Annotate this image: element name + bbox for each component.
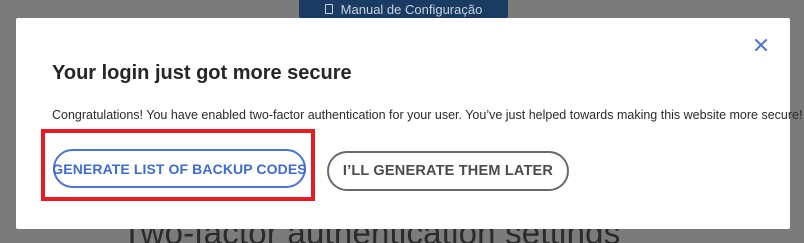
- two-factor-dialog: Your login just got more secure Congratu…: [16, 18, 802, 229]
- manual-button[interactable]: Manual de Configuração: [299, 0, 508, 18]
- manual-button-label: Manual de Configuração: [340, 1, 483, 17]
- close-icon[interactable]: [754, 38, 768, 52]
- dialog-title: Your login just got more secure: [52, 62, 352, 84]
- generate-backup-codes-button[interactable]: GENERATE LIST OF BACKUP CODES: [52, 149, 307, 188]
- dialog-message: Congratulations! You have enabled two-fa…: [52, 108, 803, 122]
- generate-later-button[interactable]: I’LL GENERATE THEM LATER: [327, 151, 569, 191]
- document-icon: [324, 4, 333, 14]
